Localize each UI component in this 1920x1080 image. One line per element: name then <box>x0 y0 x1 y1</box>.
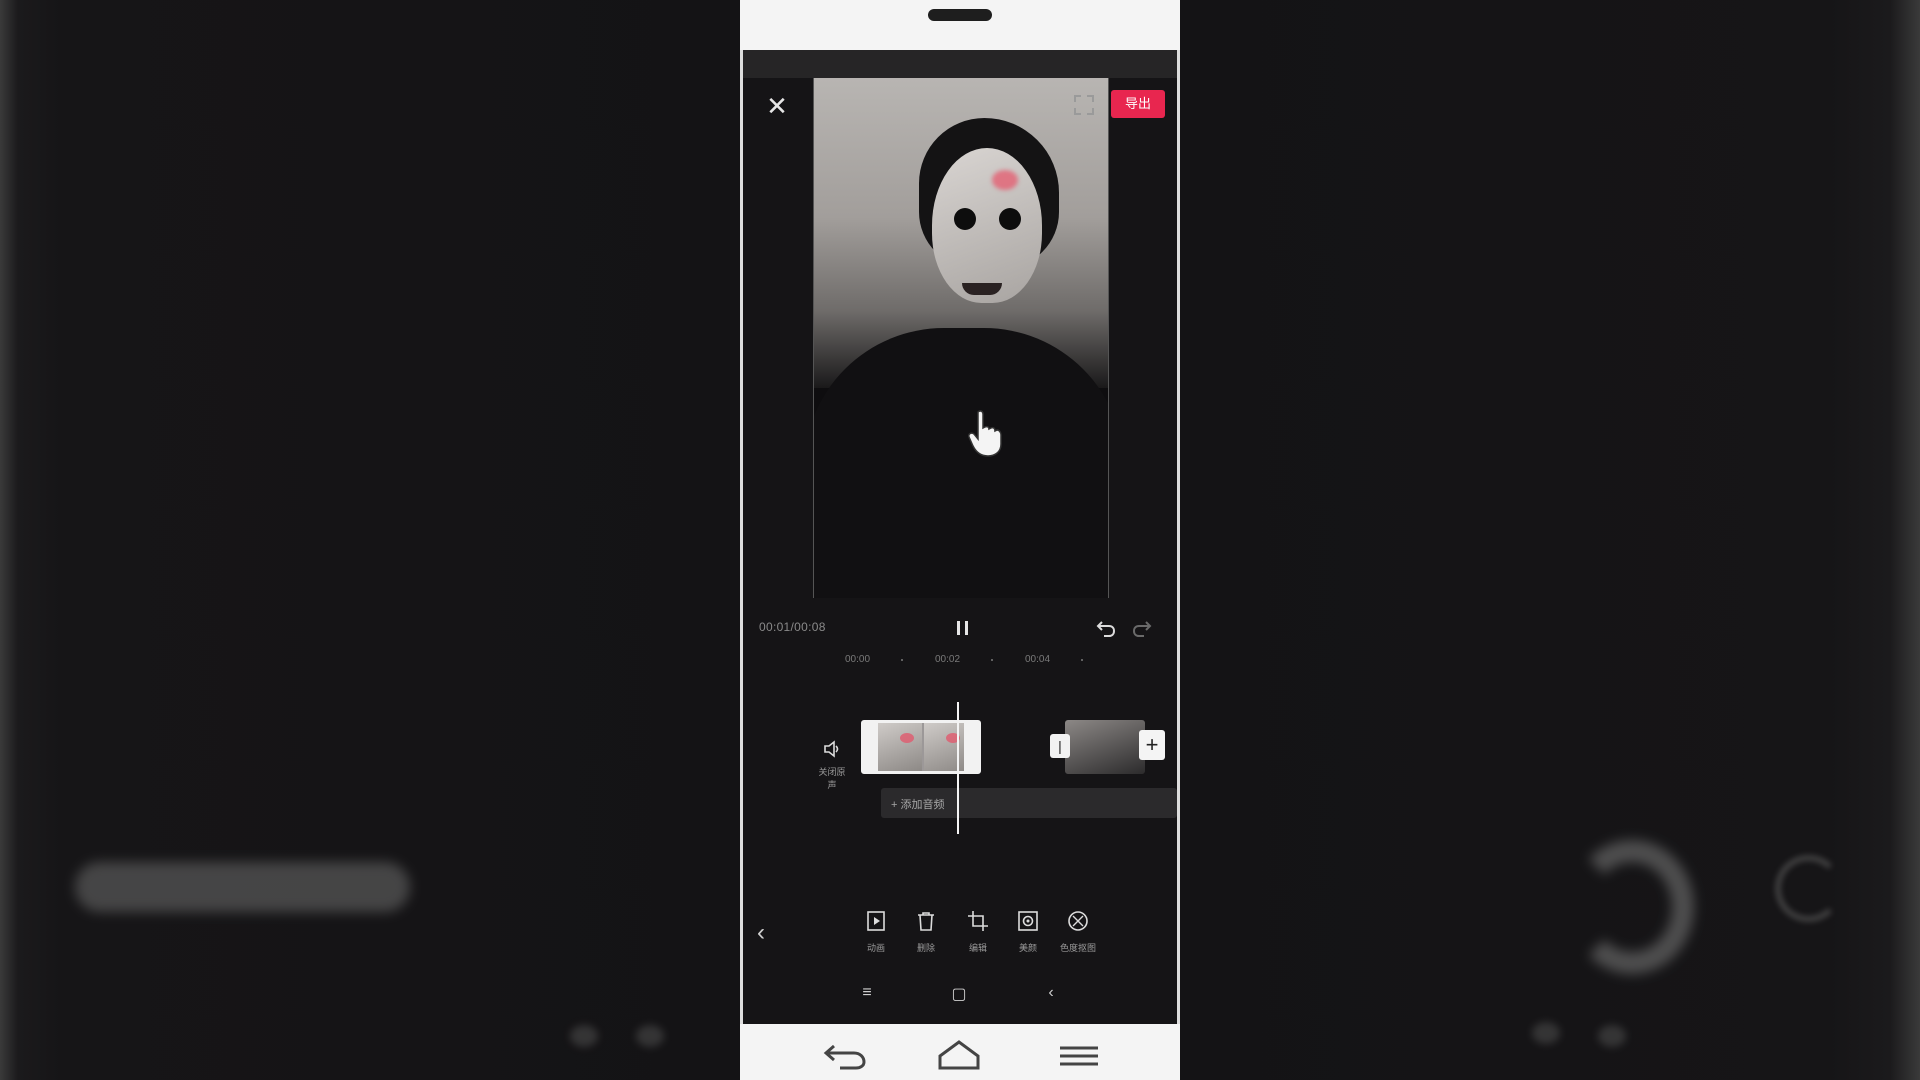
ruler-tick-label: 00:04 <box>1025 654 1051 665</box>
blurred-ring <box>1775 855 1842 922</box>
blurred-shape <box>1570 840 1694 974</box>
home-icon[interactable]: ▢ <box>949 984 969 1004</box>
back-icon[interactable]: ‹ <box>1041 984 1061 1004</box>
video-clip[interactable] <box>1065 720 1145 774</box>
ruler-tick-label: 00:02 <box>935 654 961 665</box>
hardware-back-icon[interactable] <box>820 1036 870 1072</box>
tool-chroma-key[interactable]: 色度抠图 <box>1055 910 1101 954</box>
phone-frame: ✕ 导出 00:01/00:08 00:00 00:02 00:04 关闭原声 … <box>740 0 1180 1080</box>
tool-label: 编辑 <box>968 943 987 953</box>
recent-apps-icon[interactable]: ≡ <box>857 984 877 1004</box>
status-area <box>743 50 1177 78</box>
blurred-dot <box>1532 1022 1560 1044</box>
close-button[interactable]: ✕ <box>763 92 791 120</box>
ruler-tick <box>991 659 993 661</box>
add-clip-button[interactable]: + <box>1139 730 1165 760</box>
toolbar-back-button[interactable]: ‹ <box>757 920 779 946</box>
add-audio-label: + 添加音频 <box>891 799 945 811</box>
preview-mouth <box>962 283 1002 295</box>
hardware-menu-icon[interactable] <box>1054 1036 1104 1072</box>
video-preview[interactable] <box>813 78 1109 598</box>
clip-thumbnail <box>924 723 968 771</box>
ruler-tick-label: 00:00 <box>845 654 871 665</box>
trash-icon <box>918 912 934 931</box>
blurred-dot <box>1598 1025 1626 1047</box>
play-box-icon <box>867 911 885 931</box>
preview-face <box>932 148 1042 303</box>
clip-right-handle[interactable] <box>964 723 978 771</box>
blurred-dot <box>570 1025 598 1047</box>
phone-screen: ✕ 导出 00:01/00:08 00:00 00:02 00:04 关闭原声 … <box>740 50 1180 1024</box>
hardware-button-bar <box>740 1024 1180 1080</box>
hardware-home-icon[interactable] <box>934 1036 984 1072</box>
export-button[interactable]: 导出 <box>1111 90 1165 118</box>
fullscreen-icon[interactable] <box>1073 94 1095 116</box>
hand-cursor-icon <box>968 410 1002 457</box>
clip-left-handle[interactable] <box>864 723 878 771</box>
tool-label: 色度抠图 <box>1059 943 1096 953</box>
ruler-tick <box>1081 659 1083 661</box>
preview-sticker <box>992 170 1018 190</box>
preview-body <box>814 328 1108 598</box>
timecode: 00:01/00:08 <box>759 620 826 634</box>
transition-button[interactable]: | <box>1050 734 1070 758</box>
mute-label: 关闭原声 <box>818 767 846 790</box>
tool-delete[interactable]: 删除 <box>903 910 949 954</box>
crop-icon <box>968 911 988 931</box>
tool-label: 动画 <box>866 943 885 953</box>
tool-beauty[interactable]: 美颜 <box>1005 910 1051 954</box>
redo-icon[interactable] <box>1131 617 1153 639</box>
tool-label: 删除 <box>916 943 935 953</box>
edit-toolbar: ‹ 动画 删除 编辑 美颜 色度抠图 <box>743 910 1177 970</box>
preview-eye <box>999 208 1021 230</box>
android-nav-bar: ≡ ▢ ‹ <box>743 980 1177 1010</box>
ruler-tick <box>901 659 903 661</box>
pause-icon[interactable] <box>951 616 975 640</box>
speaker-icon <box>824 740 839 758</box>
add-audio-track[interactable]: + 添加音频 <box>881 788 1177 818</box>
preview-eye <box>954 208 976 230</box>
playback-bar: 00:01/00:08 <box>743 610 1177 650</box>
selected-video-clip[interactable] <box>861 720 981 774</box>
beauty-icon <box>1018 911 1038 931</box>
phone-speaker <box>928 9 992 21</box>
tool-animation[interactable]: 动画 <box>853 910 899 954</box>
undo-icon[interactable] <box>1095 617 1117 639</box>
mute-original-button[interactable]: 关闭原声 <box>815 740 849 790</box>
blurred-dot <box>636 1025 664 1047</box>
tool-edit[interactable]: 编辑 <box>955 910 1001 954</box>
timeline-ruler: 00:00 00:02 00:04 <box>743 650 1177 670</box>
tool-label: 美颜 <box>1018 943 1037 953</box>
chroma-key-icon <box>1068 911 1088 931</box>
background-left <box>0 0 742 1080</box>
blurred-shape <box>75 862 410 912</box>
playhead[interactable] <box>957 702 959 834</box>
clip-thumbnail <box>878 723 922 771</box>
